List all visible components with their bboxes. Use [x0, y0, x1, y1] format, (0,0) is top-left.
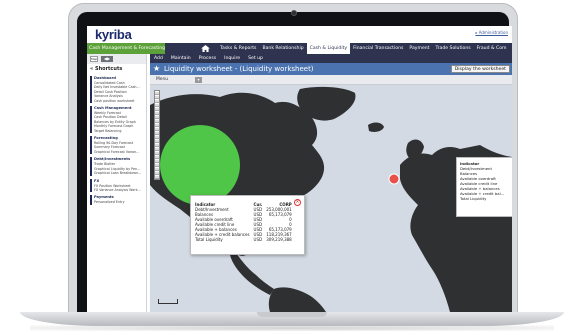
shortcut-group: Debt/Investments Trade Blotter Graphical L…: [90, 157, 146, 176]
app-screen: kyriba ▸ Administration Cash Management …: [87, 26, 512, 312]
display-worksheet-button[interactable]: Display the worksheet: [450, 65, 510, 73]
chevron-down-icon[interactable]: ▾: [195, 77, 202, 83]
shortcut-group: FX FX Position Worksheet FX Variance Analy…: [90, 178, 146, 193]
zoom-tick: [155, 100, 159, 103]
indicator-panel-item: Total Liquidity: [460, 196, 487, 201]
top-bar: kyriba ▸ Administration: [87, 26, 512, 42]
action-tab[interactable]: Process: [195, 54, 220, 63]
shortcut-group: Cash Management Weekly Forecast Cash Posit…: [90, 106, 146, 134]
shortcut-item[interactable]: Cash position worksheet: [94, 99, 146, 103]
action-tabs: Add Maintain Process Inquire Set up: [150, 54, 512, 63]
module-selector[interactable]: Cash Management & Forecasting: [87, 43, 165, 54]
zoom-tick: [155, 112, 159, 115]
popup-cell: 309,219,388: [266, 237, 292, 242]
shortcuts-title: « Shortcuts: [87, 64, 146, 74]
nav-item[interactable]: Tasks & Reports: [217, 43, 259, 54]
nav-item[interactable]: Fraud & Com: [474, 43, 510, 54]
shortcut-item[interactable]: Graphical Loan Breakdown...: [94, 171, 146, 175]
action-tab[interactable]: Set up: [244, 54, 267, 63]
map-scale-bar: [158, 299, 178, 304]
administration-link[interactable]: ▸ Administration: [475, 30, 508, 35]
shortcuts-title-text: Shortcuts: [94, 66, 123, 72]
zoom-tick: [155, 120, 159, 123]
zoom-tick: [155, 168, 159, 171]
zoom-tick: [155, 136, 159, 139]
zoom-tick: [155, 164, 159, 167]
shortcut-item[interactable]: Target Balancing: [94, 129, 146, 133]
nav-item[interactable]: Payment: [406, 43, 432, 54]
zoom-tick: [155, 140, 159, 143]
zoom-slider[interactable]: [154, 90, 160, 180]
zoom-tick: [155, 160, 159, 163]
zoom-tick: [155, 152, 159, 155]
menu-bar: Menu ▾: [150, 75, 512, 85]
popup-cell: USD: [253, 237, 263, 242]
table-row: Total Liquidity USD 309,219,388: [195, 237, 296, 242]
zoom-tick: [155, 144, 159, 147]
shortcut-groups: Dashboard Consolidated Cash Daily Net Inve…: [87, 76, 146, 205]
liquidity-popup: × Indicator Cur. CORP Debt/Investment USD 253…: [190, 195, 305, 255]
laptop-notch: [257, 312, 327, 317]
zoom-tick: [155, 176, 159, 179]
action-tab[interactable]: Maintain: [167, 54, 195, 63]
zoom-tick: [155, 132, 159, 135]
liquidity-bubble-us[interactable]: [160, 125, 240, 205]
map-button[interactable]: Map: [90, 56, 98, 62]
page-title-bar: ★ Liquidity worksheet - (Liquidity works…: [150, 63, 512, 75]
home-icon[interactable]: [201, 45, 210, 52]
shortcut-group: Forecasting Rolling 90-Day Forecast Summar…: [90, 136, 146, 155]
shortcut-item[interactable]: FX Variance Analysis Work...: [94, 188, 146, 192]
shortcut-group: Dashboard Consolidated Cash Daily Net Inve…: [90, 76, 146, 104]
zoom-tick: [155, 104, 159, 107]
sidebar-controls: Map ◀▶: [87, 54, 146, 64]
zoom-tick: [155, 96, 159, 99]
menu-label[interactable]: Menu: [156, 77, 168, 82]
nav-item[interactable]: Bank Relationship: [259, 43, 306, 54]
nav-item[interactable]: Financial Transactions: [350, 43, 406, 54]
action-tab[interactable]: Inquire: [220, 54, 244, 63]
nav-item[interactable]: Trade Solutions: [433, 43, 474, 54]
stage: kyriba ▸ Administration Cash Management …: [0, 0, 584, 335]
zoom-tick: [155, 128, 159, 131]
nav-item[interactable]: Cash & Liquidity: [306, 43, 351, 54]
zoom-tick: [155, 116, 159, 119]
zoom-tick: [155, 108, 159, 111]
page-title: Liquidity worksheet - (Liquidity workshe…: [164, 65, 314, 73]
sidebar-nav-arrows-icon[interactable]: ◀▶: [101, 56, 113, 62]
zoom-tick: [155, 172, 159, 175]
zoom-tick: [155, 92, 159, 95]
nav-items: Tasks & Reports Bank Relationship Cash & L…: [217, 43, 510, 54]
popup-table: Indicator Cur. CORP Debt/Investment USD 253,0…: [195, 202, 296, 242]
favorite-star-icon[interactable]: ★: [153, 63, 160, 75]
action-tab[interactable]: Add: [150, 54, 167, 63]
kyriba-logo: kyriba: [95, 27, 132, 42]
zoom-tick: [155, 148, 159, 151]
indicator-panel: Indicator Debt/Investment Balances Availabl…: [456, 157, 512, 217]
zoom-tick: [155, 124, 159, 127]
collapse-icon[interactable]: «: [90, 66, 93, 72]
main-nav: Cash Management & Forecasting Tasks & Re…: [87, 43, 512, 54]
shortcuts-sidebar: Map ◀▶ « Shortcuts Dashboard Consolidated…: [87, 54, 147, 312]
liquidity-bubble-europe[interactable]: [388, 173, 400, 185]
liquidity-map[interactable]: × Indicator Cur. CORP Debt/Investment USD 253…: [150, 85, 512, 312]
shortcut-item[interactable]: Graphical Forecast Varian...: [94, 150, 146, 154]
popup-cell: Total Liquidity: [195, 237, 223, 242]
zoom-tick: [155, 156, 159, 159]
shortcut-item[interactable]: Personalized Entry: [94, 200, 146, 204]
camera-icon: [291, 10, 297, 16]
shortcut-group: Payments Personalized Entry: [90, 195, 146, 205]
